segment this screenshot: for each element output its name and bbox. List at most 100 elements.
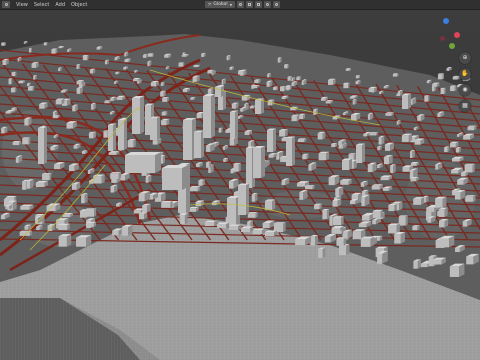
low-rise-building xyxy=(279,86,286,92)
low-rise-building xyxy=(367,112,374,120)
building-front xyxy=(147,61,150,67)
perspective-grid-icon[interactable]: ▦ xyxy=(459,100,471,112)
building-side xyxy=(444,207,448,217)
building-front xyxy=(76,64,79,69)
building-side xyxy=(163,155,165,164)
building-side xyxy=(381,135,385,145)
building-side xyxy=(362,143,365,163)
low-rise-building xyxy=(35,180,48,188)
building-side xyxy=(315,234,318,246)
building-front xyxy=(457,179,464,185)
building-front xyxy=(333,217,342,226)
low-rise-building xyxy=(145,175,152,183)
menu-object[interactable]: Object xyxy=(68,0,90,10)
low-rise-building xyxy=(24,117,32,126)
building-front xyxy=(0,215,5,220)
low-rise-building xyxy=(19,230,33,236)
low-rise-building xyxy=(310,234,318,246)
low-rise-building xyxy=(313,108,318,115)
building-front xyxy=(432,83,437,87)
low-rise-building xyxy=(394,232,405,244)
building-front xyxy=(36,226,40,231)
building-side xyxy=(273,128,276,152)
proportional-edit-icon[interactable] xyxy=(264,1,271,8)
low-rise-building xyxy=(52,115,60,119)
building-front xyxy=(342,112,346,116)
building-side xyxy=(140,96,144,134)
building-front xyxy=(206,145,211,152)
building-front xyxy=(181,55,187,57)
building-front xyxy=(31,63,37,68)
low-rise-building xyxy=(247,212,258,218)
building-side xyxy=(341,216,344,226)
building-front xyxy=(251,86,258,89)
building-front xyxy=(427,218,432,223)
building-front xyxy=(358,223,367,228)
snap-icon[interactable] xyxy=(246,1,253,8)
building-side xyxy=(221,127,223,133)
tower-building xyxy=(162,165,188,190)
building-front xyxy=(253,148,261,178)
building-front xyxy=(190,97,194,100)
low-rise-building xyxy=(189,186,201,192)
low-rise-building xyxy=(147,53,154,57)
building-side xyxy=(44,126,47,164)
building-front xyxy=(426,207,435,212)
low-rise-building xyxy=(437,73,445,80)
editor-type-icon[interactable] xyxy=(2,1,10,8)
menu-select[interactable]: Select xyxy=(31,0,52,10)
building-side xyxy=(155,152,161,173)
building-front xyxy=(39,104,45,109)
building-side xyxy=(4,42,6,46)
gizmo-neg-axis-icon[interactable] xyxy=(440,36,445,41)
low-rise-building xyxy=(314,203,322,210)
transform-orientation-select[interactable]: ⤧ Global ▼ xyxy=(205,1,235,8)
low-rise-building xyxy=(424,95,430,102)
navigation-gizmo[interactable] xyxy=(436,18,466,52)
gizmo-z-axis-icon[interactable] xyxy=(443,18,449,24)
gizmo-x-axis-icon[interactable] xyxy=(454,32,460,38)
building-front xyxy=(291,115,297,122)
low-rise-building xyxy=(388,223,400,234)
building-front xyxy=(233,163,239,172)
building-side xyxy=(157,116,160,140)
building-front xyxy=(110,173,119,179)
building-front xyxy=(91,103,94,110)
building-front xyxy=(266,81,270,87)
building-front xyxy=(53,135,56,138)
camera-icon[interactable]: ◉ xyxy=(459,84,471,96)
building-front xyxy=(160,83,163,86)
building-front xyxy=(410,151,413,159)
building-side xyxy=(382,212,385,220)
building-front xyxy=(349,96,355,99)
building-front xyxy=(5,111,11,114)
orientation-icon: ⤧ xyxy=(208,2,212,7)
gizmo-y-axis-icon[interactable] xyxy=(449,43,455,49)
building-front xyxy=(273,87,277,91)
building-side xyxy=(447,146,450,152)
3d-viewport[interactable] xyxy=(0,10,480,360)
low-rise-building xyxy=(1,42,6,46)
low-rise-building xyxy=(322,208,330,220)
pivot-point-icon[interactable] xyxy=(237,1,244,8)
building-front xyxy=(15,157,19,163)
viewport-header: View Select Add Object ⤧ Global ▼ xyxy=(0,0,480,10)
low-rise-building xyxy=(10,87,17,93)
low-rise-building xyxy=(201,52,206,57)
building-side xyxy=(211,94,215,138)
menu-view[interactable]: View xyxy=(10,0,31,10)
low-rise-building xyxy=(296,76,301,81)
building-front xyxy=(203,96,211,138)
building-front xyxy=(267,130,273,152)
building-side xyxy=(284,86,286,92)
low-rise-building xyxy=(76,87,83,94)
snap-settings-icon[interactable] xyxy=(255,1,262,8)
proportional-falloff-icon[interactable] xyxy=(273,1,280,8)
zoom-icon[interactable]: ⊕ xyxy=(459,52,471,64)
pan-hand-icon[interactable]: ✋ xyxy=(459,68,471,80)
low-rise-building xyxy=(410,176,419,182)
low-rise-building xyxy=(82,55,89,61)
low-rise-building xyxy=(467,125,477,131)
menu-add[interactable]: Add xyxy=(52,0,68,10)
building-side xyxy=(152,53,154,57)
